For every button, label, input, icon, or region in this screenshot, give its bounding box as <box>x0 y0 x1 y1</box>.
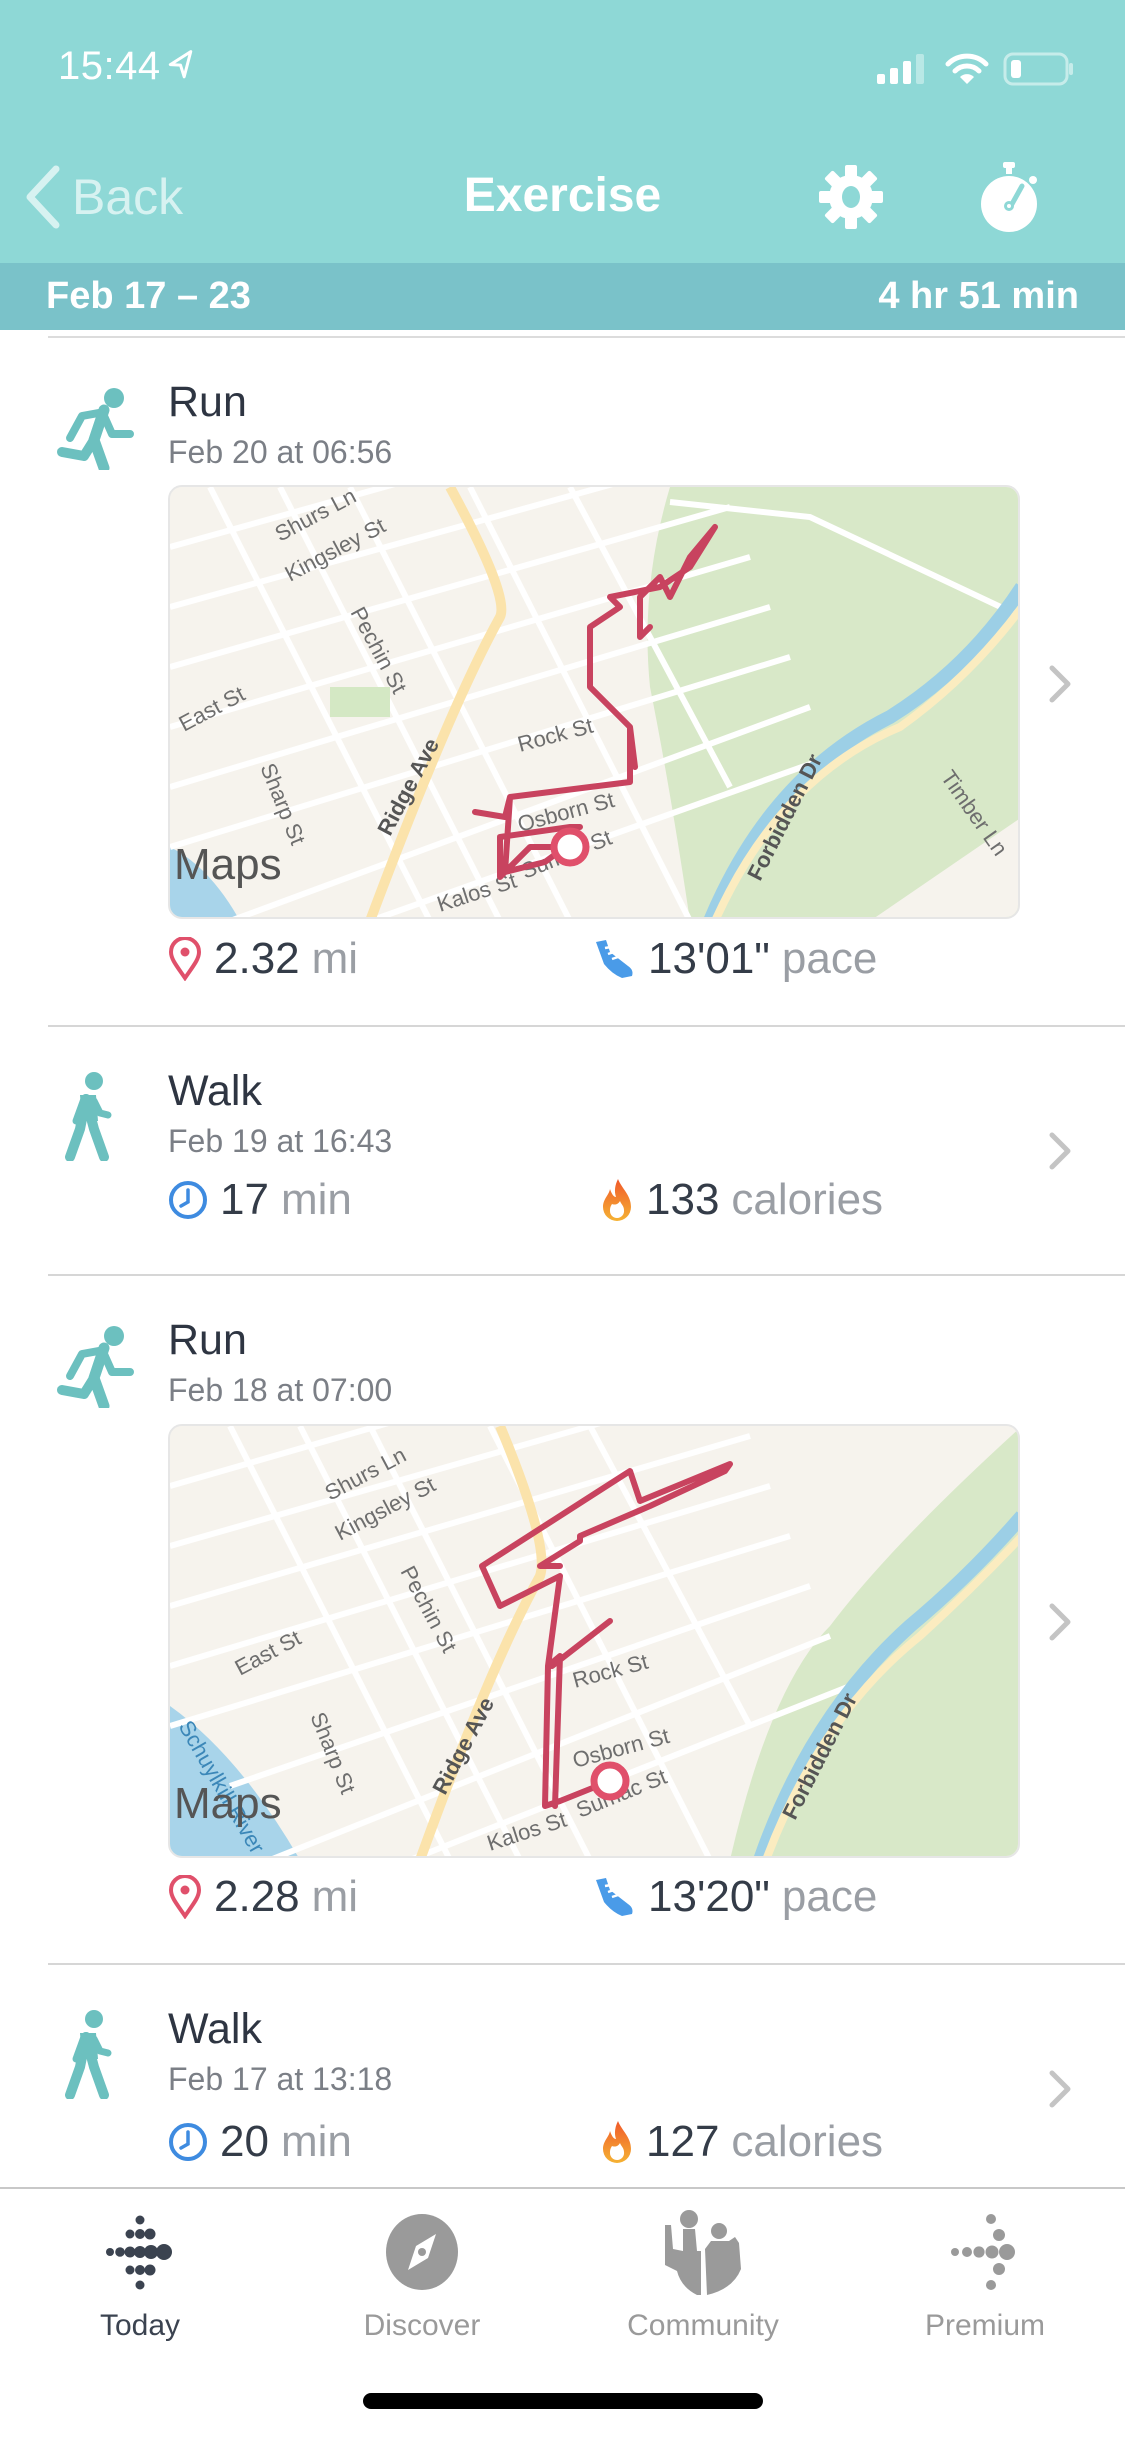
activity-type: Walk <box>168 2005 262 2053</box>
duration-stat: 17 min <box>168 1175 352 1225</box>
route-map-image: Shurs Ln Kingsley St Pechin St East St S… <box>170 487 1018 917</box>
pace-stat: 13'01" pace <box>592 934 877 984</box>
walk-icon <box>56 1071 126 1166</box>
route-map[interactable]: Shurs Ln Kingsley St Pechin St East St S… <box>168 485 1020 919</box>
stopwatch-button[interactable] <box>976 160 1042 239</box>
tab-premium[interactable]: Premium <box>885 2209 1085 2343</box>
clock-icon <box>169 1181 207 1219</box>
fitbit-logo-icon <box>106 2215 172 2290</box>
app-header: 15:44 Back Exercise <box>0 0 1125 263</box>
chevron-right-icon <box>1048 2069 1072 2114</box>
compass-icon <box>386 2214 458 2290</box>
route-end-marker <box>550 827 590 867</box>
battery-low-icon <box>1003 52 1073 86</box>
run-icon <box>56 1324 136 1413</box>
tab-discover[interactable]: Discover <box>322 2209 522 2343</box>
duration-stat: 20 min <box>168 2117 352 2167</box>
activity-datetime: Feb 17 at 13:18 <box>168 2061 393 2097</box>
cellular-signal-icon <box>877 54 924 84</box>
maps-attribution: Maps <box>174 840 282 889</box>
chevron-left-icon <box>26 165 60 229</box>
chevron-right-icon <box>1048 664 1072 709</box>
pace-stat: 13'20" pace <box>592 1872 877 1922</box>
back-button[interactable]: Back <box>24 165 183 229</box>
chevron-right-icon <box>1048 1131 1072 1176</box>
stopwatch-icon <box>981 162 1037 232</box>
settings-button[interactable] <box>818 164 884 235</box>
route-map[interactable]: Shurs Ln Kingsley St Pechin St East St S… <box>168 1424 1020 1858</box>
map-pin-icon <box>168 937 202 981</box>
activity-item[interactable]: Run Feb 20 at 06:56 Shurs Ln Kingsley St… <box>0 338 1125 1026</box>
maps-attribution: Maps <box>174 1779 282 1828</box>
calories-stat: 127 calories <box>600 2117 883 2167</box>
activity-type: Run <box>168 378 247 426</box>
flame-icon <box>603 2121 631 2163</box>
activity-datetime: Feb 20 at 06:56 <box>168 434 393 470</box>
activity-datetime: Feb 19 at 16:43 <box>168 1123 393 1159</box>
gear-icon <box>819 165 883 229</box>
flame-icon <box>603 1179 631 1221</box>
premium-icon <box>951 2214 1015 2290</box>
home-indicator[interactable] <box>363 2393 763 2409</box>
tab-community[interactable]: Community <box>603 2209 803 2343</box>
page-title: Exercise <box>463 169 662 222</box>
status-indicators <box>877 52 1075 86</box>
clock-icon <box>169 2123 207 2161</box>
tab-label: Discover <box>363 2309 481 2342</box>
activity-type: Run <box>168 1316 247 1364</box>
map-pin-icon <box>168 1875 202 1919</box>
calories-stat: 133 calories <box>600 1175 883 1225</box>
date-range: Feb 17 – 23 <box>46 275 251 317</box>
route-end-marker <box>590 1761 630 1801</box>
shoe-icon <box>596 940 633 978</box>
community-icon <box>665 2210 741 2295</box>
wifi-icon <box>945 53 989 84</box>
route-map-image: Shurs Ln Kingsley St Pechin St East St S… <box>170 1426 1018 1856</box>
location-arrow-icon <box>166 48 197 88</box>
week-summary-bar[interactable]: Feb 17 – 23 4 hr 51 min <box>0 263 1125 330</box>
shoe-icon <box>596 1878 633 1916</box>
tab-today[interactable]: Today <box>40 2209 240 2343</box>
tab-label: Community <box>627 2309 779 2342</box>
activity-item[interactable]: Walk Feb 17 at 13:18 20 min 127 calories <box>0 1965 1125 2187</box>
tab-label: Premium <box>924 2309 1045 2342</box>
activity-item[interactable]: Run Feb 18 at 07:00 Shurs Ln Kingsley St… <box>0 1276 1125 1964</box>
walk-icon <box>56 2009 126 2104</box>
run-icon <box>56 386 136 475</box>
total-duration: 4 hr 51 min <box>878 275 1079 317</box>
activity-type: Walk <box>168 1067 262 1115</box>
distance-stat: 2.28 mi <box>168 1872 358 1922</box>
distance-stat: 2.32 mi <box>168 934 358 984</box>
status-time: 15:44 <box>58 44 195 89</box>
activity-datetime: Feb 18 at 07:00 <box>168 1372 393 1408</box>
chevron-right-icon <box>1048 1602 1072 1647</box>
activity-item[interactable]: Walk Feb 19 at 16:43 17 min 133 calories <box>0 1027 1125 1275</box>
tab-label: Today <box>99 2309 181 2342</box>
